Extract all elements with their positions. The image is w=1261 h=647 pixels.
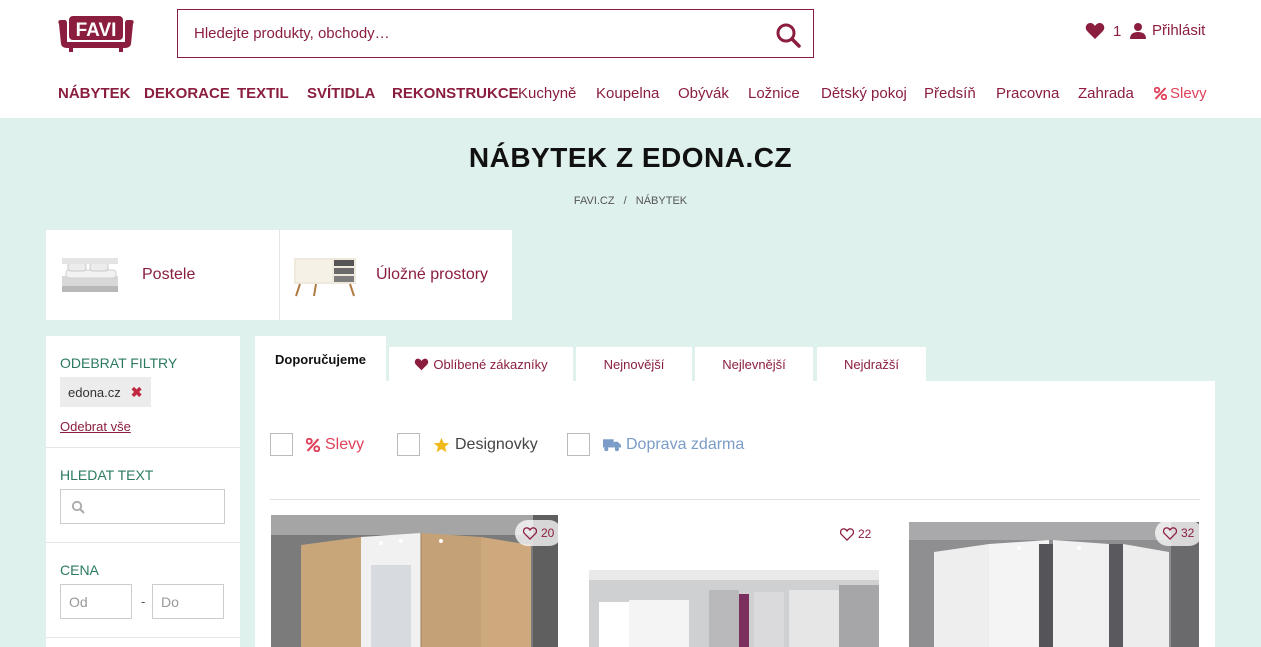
like-count: 32 [1181, 526, 1195, 540]
price-from-input[interactable]: Od [60, 584, 132, 619]
heart-outline-icon [840, 527, 854, 541]
tab-label: Doporučujeme [274, 351, 366, 367]
category-tiles: Postele Úložné prostory [46, 230, 512, 320]
bedroom-image [589, 570, 879, 647]
search-bar [177, 9, 814, 58]
category-tile-ulozne-prostory[interactable]: Úložné prostory [279, 230, 512, 320]
tab-label: Nejlevnější [722, 356, 786, 372]
login-link[interactable]: Přihlásit [1130, 22, 1205, 39]
main-navigation: NÁBYTEK DEKORACE TEXTIL SVÍTIDLA REKONST… [0, 82, 1261, 108]
favorites-link[interactable]: 1 [1085, 22, 1121, 40]
nav-item-obyvak[interactable]: Obývák [678, 85, 729, 102]
breadcrumb-separator: / [623, 195, 627, 207]
tab-nejnovejsi[interactable]: Nejnovější [576, 347, 692, 381]
nav-item-rekonstrukce[interactable]: REKONSTRUKCE [392, 85, 519, 102]
quick-filter-label: Slevy [325, 435, 365, 453]
nav-item-slevy-label: Slevy [1170, 85, 1207, 102]
heart-outline-icon [1163, 526, 1177, 540]
price-section: CENA Od - Do [46, 336, 240, 638]
price-heading: CENA [60, 562, 99, 578]
price-to-input[interactable]: Do [152, 584, 224, 619]
quick-filter-slevy[interactable]: Slevy [270, 433, 364, 456]
heart-outline-icon [523, 526, 537, 540]
svg-text:FAVI: FAVI [76, 20, 117, 41]
percent-icon [1154, 87, 1167, 100]
star-icon [433, 437, 450, 452]
heart-icon [1085, 22, 1105, 39]
tab-doporucujeme[interactable]: Doporučujeme [255, 336, 386, 382]
quick-filter-label: Designovky [455, 435, 538, 453]
tab-label: Nejnovější [603, 356, 665, 372]
nav-item-pracovna[interactable]: Pracovna [996, 85, 1059, 102]
price-separator: - [141, 594, 146, 609]
truck-icon [603, 438, 621, 451]
login-label: Přihlásit [1152, 22, 1206, 39]
checkbox[interactable] [270, 433, 293, 456]
nav-item-predsin[interactable]: Předsíň [924, 85, 976, 102]
nav-item-koupelna[interactable]: Koupelna [596, 85, 659, 102]
product-image[interactable] [589, 570, 879, 647]
tab-nejlevnejsi[interactable]: Nejlevnější [695, 347, 813, 381]
nav-item-textil[interactable]: TEXTIL [237, 85, 289, 102]
divider [270, 499, 1200, 500]
like-button[interactable]: 20 [515, 520, 563, 546]
nav-item-detsky-pokoj[interactable]: Dětský pokoj [821, 85, 907, 102]
nav-item-dekorace[interactable]: DEKORACE [144, 85, 230, 102]
quick-filter-label: Doprava zdarma [626, 435, 745, 453]
quick-filter-designovky[interactable]: Designovky [397, 433, 538, 456]
nav-item-zahrada[interactable]: Zahrada [1078, 85, 1134, 102]
search-icon[interactable] [775, 22, 801, 48]
product-image[interactable] [909, 522, 1199, 647]
tab-nejdrazsi[interactable]: Nejdražší [817, 347, 926, 381]
favi-logo[interactable]: FAVI [55, 12, 137, 52]
nav-item-nabytek[interactable]: NÁBYTEK [58, 85, 131, 102]
tab-label: Oblíbené zákazníky [433, 356, 548, 372]
checkbox[interactable] [397, 433, 420, 456]
nav-item-kuchyne[interactable]: Kuchyně [518, 85, 576, 102]
user-icon [1130, 23, 1146, 39]
tab-oblibene-zakazniky[interactable]: Oblíbené zákazníky [389, 347, 573, 381]
breadcrumb-home[interactable]: FAVI.CZ [574, 195, 615, 207]
category-label: Postele [142, 266, 196, 283]
breadcrumb-current: NÁBYTEK [635, 195, 688, 207]
like-button[interactable]: 32 [1155, 520, 1203, 546]
filter-sidebar: ODEBRAT FILTRY edona.cz ✖ Odebrat vše HL… [46, 336, 240, 647]
like-count: 20 [541, 526, 555, 540]
nav-item-slevy[interactable]: Slevy [1154, 85, 1207, 102]
site-header: FAVI 1 Přihlásit NÁBYTEK DEKORACE TEXTIL… [0, 0, 1261, 118]
bed-image [62, 258, 118, 292]
heart-icon [415, 358, 429, 370]
breadcrumb: FAVI.CZ / NÁBYTEK [0, 195, 1261, 207]
tab-label: Nejdražší [844, 356, 899, 372]
search-input[interactable] [178, 10, 738, 57]
nav-item-loznice[interactable]: Ložnice [748, 85, 800, 102]
like-count: 22 [858, 527, 872, 541]
quick-filter-doprava-zdarma[interactable]: Doprava zdarma [567, 433, 744, 456]
checkbox[interactable] [567, 433, 590, 456]
like-button[interactable]: 22 [840, 527, 871, 541]
wardrobe-image [909, 522, 1199, 647]
sideboard-image [294, 258, 356, 297]
nav-item-svitidla[interactable]: SVÍTIDLA [307, 85, 375, 102]
category-tile-postele[interactable]: Postele [46, 230, 279, 320]
favorites-count: 1 [1113, 22, 1122, 40]
page-title: NÁBYTEK Z EDONA.CZ [468, 142, 793, 173]
percent-icon [306, 437, 320, 452]
category-label: Úložné prostory [376, 266, 489, 283]
